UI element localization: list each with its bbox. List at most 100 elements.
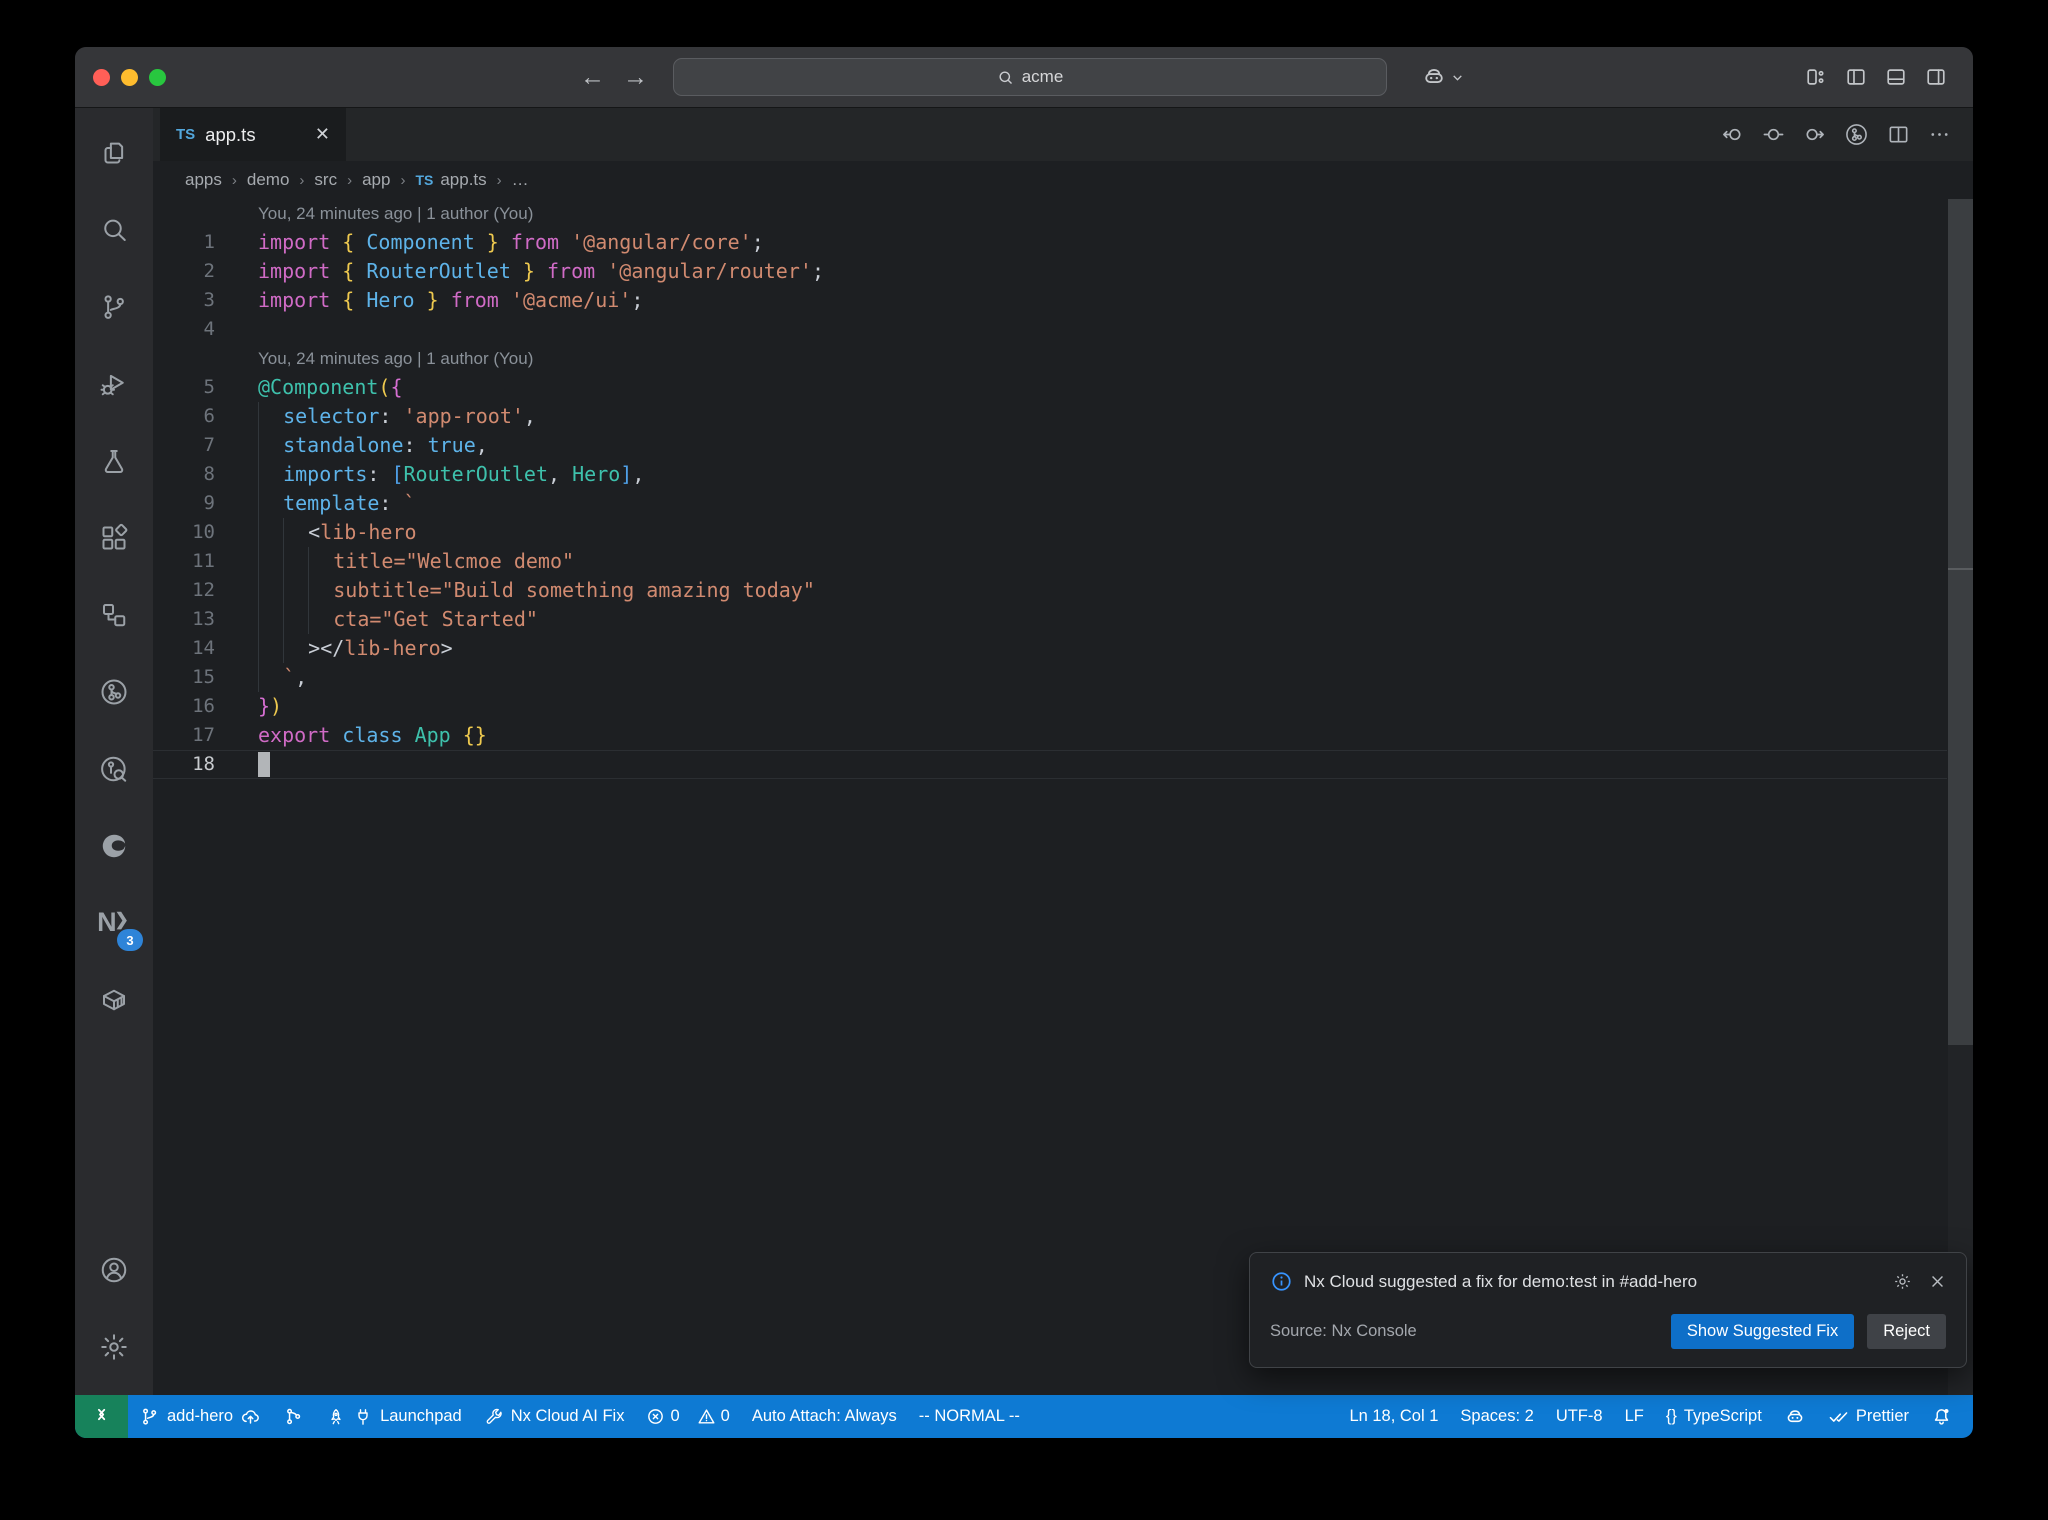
code-text: }): [258, 694, 283, 718]
minimize-window-button[interactable]: [121, 68, 138, 86]
blame-text: You, 24 minutes ago | 1 author (You): [258, 204, 534, 223]
code-line-13[interactable]: 13 cta="Get Started": [153, 605, 1947, 634]
activitybar-item-hierarchy[interactable]: [75, 576, 153, 653]
close-tab-icon[interactable]: ✕: [315, 124, 330, 145]
source-control-icon: [99, 292, 129, 322]
language-item[interactable]: {} TypeScript: [1655, 1395, 1773, 1438]
code-line-17[interactable]: 17 export class App {}: [153, 721, 1947, 750]
breadcrumb-separator: ›: [496, 171, 502, 189]
problems-item[interactable]: 00: [635, 1395, 740, 1438]
split-editor-icon[interactable]: [1887, 123, 1910, 146]
line-number: 1: [203, 231, 215, 253]
show-suggested-fix-button[interactable]: Show Suggested Fix: [1670, 1314, 1855, 1349]
code-line-3[interactable]: 3 import { Hero } from '@acme/ui';: [153, 286, 1947, 315]
close-window-button[interactable]: [93, 68, 110, 86]
nav-forward-icon[interactable]: [1803, 123, 1826, 146]
formatter-item[interactable]: Prettier: [1817, 1395, 1920, 1438]
graph-circle-icon[interactable]: [1844, 122, 1869, 147]
indent-guide: [308, 605, 333, 634]
remote-indicator-item[interactable]: [75, 1395, 128, 1438]
git-graph-item[interactable]: [272, 1395, 315, 1438]
typescript-file-icon: TS: [176, 126, 196, 143]
breadcrumb-item-src[interactable]: src: [314, 170, 337, 190]
activitybar-item-containers[interactable]: [75, 961, 153, 1038]
nav-back-icon[interactable]: [1721, 123, 1744, 146]
notification-close-icon[interactable]: [1929, 1273, 1946, 1290]
activitybar-item-nx-console[interactable]: N❯ 3: [75, 884, 153, 961]
zoom-window-button[interactable]: [149, 68, 166, 86]
forward-arrow-icon[interactable]: →: [623, 63, 648, 92]
breadcrumb-item-app[interactable]: app: [362, 170, 390, 190]
eol-item[interactable]: LF: [1614, 1395, 1655, 1438]
toggle-panel-right-icon[interactable]: [1925, 66, 1947, 88]
code-line-10[interactable]: 10 <lib-hero: [153, 518, 1947, 547]
encoding-item[interactable]: UTF-8: [1545, 1395, 1614, 1438]
statusbar-right: Ln 18, Col 1 Spaces: 2 UTF-8 LF {} TypeScript…: [1338, 1395, 1973, 1438]
code-line-16[interactable]: 16}): [153, 692, 1947, 721]
activity-bar: N❯ 3: [75, 108, 153, 1395]
reject-button[interactable]: Reject: [1867, 1314, 1946, 1349]
code-line-7[interactable]: 7 standalone: true,: [153, 431, 1947, 460]
code-line-6[interactable]: 6 selector: 'app-root',: [153, 402, 1947, 431]
code-line-5[interactable]: 5 @Component({: [153, 373, 1947, 402]
more-actions-icon[interactable]: [1928, 123, 1951, 146]
copilot-menu[interactable]: [1421, 47, 1464, 107]
notifications-item[interactable]: [1920, 1395, 1963, 1438]
activitybar-item-accounts[interactable]: [75, 1231, 153, 1308]
copilot-item[interactable]: [1773, 1395, 1817, 1438]
launchpad-item[interactable]: Launchpad: [315, 1395, 473, 1438]
notification-settings-gear-icon[interactable]: [1893, 1272, 1912, 1291]
breadcrumb: apps › demo › src › app › TS app.ts ›…: [153, 161, 1973, 199]
indent-guide: [258, 663, 283, 692]
indentation-item[interactable]: Spaces: 2: [1449, 1395, 1544, 1438]
auto-attach-item[interactable]: Auto Attach: Always: [741, 1395, 908, 1438]
tab-app-ts[interactable]: TS app.ts ✕: [160, 108, 346, 161]
command-center-search[interactable]: acme: [673, 58, 1387, 96]
breadcrumb-item-apps[interactable]: apps: [185, 170, 222, 190]
cursor-position-item[interactable]: Ln 18, Col 1: [1338, 1395, 1449, 1438]
activitybar-item-testing[interactable]: [75, 422, 153, 499]
extensions-icon: [99, 523, 129, 553]
editor-body[interactable]: You, 24 minutes ago | 1 author (You) 1 imp…: [153, 199, 1973, 1395]
nx-cloud-fix-item[interactable]: Nx Cloud AI Fix: [473, 1395, 636, 1438]
activitybar-item-search[interactable]: [75, 191, 153, 268]
git-branch-item[interactable]: add-hero: [128, 1395, 272, 1438]
code-line-8[interactable]: 8 imports: [RouterOutlet, Hero],: [153, 460, 1947, 489]
blame-annotation-line[interactable]: You, 24 minutes ago | 1 author (You): [153, 199, 1947, 228]
blame-annotation-line[interactable]: You, 24 minutes ago | 1 author (You): [153, 344, 1947, 373]
toggle-panel-bottom-icon[interactable]: [1885, 66, 1907, 88]
code-line-4[interactable]: 4: [153, 315, 1947, 344]
activitybar-item-settings-gear[interactable]: [75, 1308, 153, 1385]
scrollbar-track[interactable]: [1948, 199, 1973, 1395]
activitybar-item-source-control-graph[interactable]: [75, 653, 153, 730]
code-line-2[interactable]: 2 import { RouterOutlet } from '@angular/…: [153, 257, 1947, 286]
indent-guide: [283, 634, 308, 663]
wrench-icon: [484, 1407, 504, 1427]
braces-icon: {}: [1665, 1407, 1677, 1425]
code-line-12[interactable]: 12 subtitle="Build something amazing toda…: [153, 576, 1947, 605]
activitybar-item-source-control[interactable]: [75, 268, 153, 345]
breadcrumb-item-demo[interactable]: demo: [247, 170, 290, 190]
breadcrumb-item-[interactable]: …: [512, 170, 529, 190]
nav-current-icon[interactable]: [1762, 123, 1785, 146]
hierarchy-icon: [99, 600, 129, 630]
vim-mode-item[interactable]: -- NORMAL --: [908, 1395, 1031, 1438]
customize-layout-icon[interactable]: [1805, 66, 1827, 88]
layout-controls: [1805, 47, 1947, 107]
activitybar-item-commit-search[interactable]: [75, 730, 153, 807]
notification-title: Nx Cloud suggested a fix for demo:test i…: [1304, 1271, 1698, 1291]
code-line-1[interactable]: 1 import { Component } from '@angular/cor…: [153, 228, 1947, 257]
activitybar-item-run-debug[interactable]: [75, 345, 153, 422]
activitybar-item-explorer[interactable]: [75, 114, 153, 191]
code-line-9[interactable]: 9 template: `: [153, 489, 1947, 518]
scrollbar-slider[interactable]: [1948, 199, 1973, 1045]
toggle-panel-left-icon[interactable]: [1845, 66, 1867, 88]
activitybar-item-edge-browser[interactable]: [75, 807, 153, 884]
breadcrumb-item-appts[interactable]: app.ts: [440, 170, 486, 190]
code-line-14[interactable]: 14 ></lib-hero>: [153, 634, 1947, 663]
code-line-18[interactable]: 18: [153, 750, 1947, 779]
code-line-11[interactable]: 11 title="Welcmoe demo": [153, 547, 1947, 576]
back-arrow-icon[interactable]: ←: [580, 63, 605, 92]
code-line-15[interactable]: 15 `,: [153, 663, 1947, 692]
activitybar-item-extensions[interactable]: [75, 499, 153, 576]
